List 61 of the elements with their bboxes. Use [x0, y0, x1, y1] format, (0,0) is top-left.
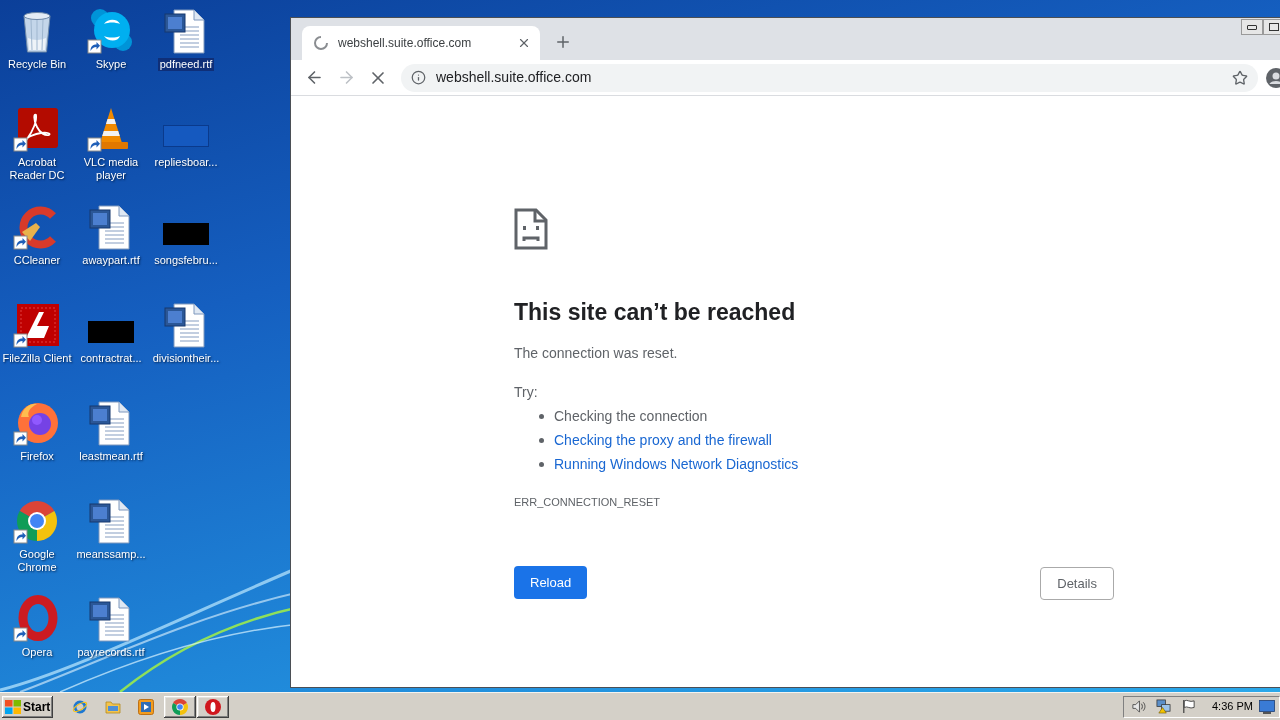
icon-label[interactable]: contractrat... [78, 352, 144, 365]
bookmark-star-icon[interactable] [1232, 69, 1248, 86]
icon-label[interactable]: awaypart.rtf [80, 254, 142, 267]
sad-page-icon [514, 208, 548, 250]
clock[interactable]: 4:36 PM [1212, 698, 1253, 715]
skype-icon[interactable] [87, 7, 135, 55]
bullet-icon [539, 437, 544, 443]
minimize-button[interactable] [1241, 19, 1263, 35]
image-thumbnail-icon[interactable] [163, 125, 209, 147]
close-icon[interactable] [517, 36, 531, 50]
minimize-icon [1247, 24, 1257, 30]
icon-label[interactable]: leastmean.rtf [77, 450, 145, 463]
start-button[interactable]: Start [2, 695, 53, 718]
orbit-ring-icon[interactable] [72, 698, 88, 715]
flag-icon[interactable] [1181, 699, 1196, 714]
taskbar-button[interactable] [164, 695, 196, 718]
filezilla-icon[interactable] [13, 301, 61, 349]
network-icon[interactable] [1156, 699, 1171, 714]
icon-label[interactable]: divisiontheir... [150, 352, 222, 365]
icon-label[interactable]: pdfneed.rtf [157, 58, 215, 71]
image-thumbnail-icon[interactable] [163, 223, 209, 245]
icon-label[interactable]: meanssamp... [74, 548, 148, 561]
speaker-icon[interactable] [1131, 699, 1146, 714]
media-player-icon[interactable] [138, 698, 154, 715]
url-text: webshell.suite.office.com [436, 68, 592, 87]
windows-logo-icon [5, 699, 21, 714]
reload-button[interactable]: Reload [514, 566, 588, 599]
info-icon[interactable] [411, 70, 426, 85]
show-desktop-icon[interactable] [1259, 699, 1275, 714]
suggestion-link[interactable]: Running Windows Network Diagnostics [554, 454, 799, 474]
error-message: The connection was reset. [514, 344, 678, 363]
icon-label[interactable]: Opera [19, 646, 55, 659]
icon-label[interactable]: VLC media player [74, 156, 148, 182]
icon-label[interactable]: Firefox [18, 450, 56, 463]
icon-label[interactable]: CCleaner [11, 254, 63, 267]
icon-label[interactable]: payrecords.rtf [75, 646, 147, 659]
taskbar-button[interactable] [197, 695, 229, 718]
bullet-icon [539, 461, 544, 467]
avatar-icon[interactable] [1266, 67, 1280, 88]
image-thumbnail-icon[interactable] [88, 321, 134, 343]
details-button[interactable]: Details [1040, 567, 1114, 600]
suggestion-text: Checking the connection [554, 407, 708, 426]
browser-tab[interactable]: webshell.suite.office.com [302, 26, 540, 60]
icon-label[interactable]: Skype [93, 58, 129, 71]
icon-label[interactable]: FileZilla Client [0, 352, 74, 365]
suggestion-link[interactable]: Checking the proxy and the firewall [554, 430, 772, 450]
opera-icon [205, 698, 221, 715]
icon-label[interactable]: Google Chrome [0, 548, 74, 574]
error-heading: This site can’t be reached [514, 298, 796, 327]
icon-label[interactable]: songsfebru... [152, 254, 220, 267]
error-code: ERR_CONNECTION_RESET [514, 495, 661, 510]
acrobat-icon[interactable] [13, 105, 61, 153]
icon-label[interactable]: Recycle Bin [5, 58, 69, 71]
chrome-icon [172, 698, 188, 715]
restore-icon [1269, 23, 1279, 31]
icon-label[interactable]: repliesboar... [152, 156, 220, 169]
address-bar[interactable]: webshell.suite.office.com [401, 63, 1258, 92]
new-tab-icon[interactable] [554, 33, 572, 51]
bullet-icon [539, 413, 544, 419]
icon-label[interactable]: Acrobat Reader DC [0, 156, 74, 182]
try-label: Try: [514, 383, 538, 402]
